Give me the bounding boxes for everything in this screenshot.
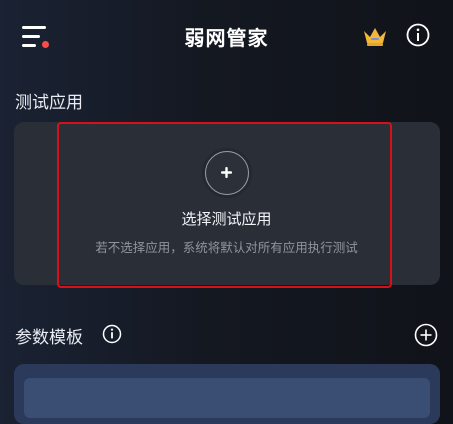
test-app-section-title: 测试应用 — [15, 93, 83, 113]
template-card-inner — [24, 378, 430, 418]
choose-app-hint: 若不选择应用，系统将默认对所有应用执行测试 — [95, 240, 358, 255]
template-section-title: 参数模板 — [15, 328, 83, 348]
template-card[interactable] — [14, 364, 440, 424]
crown-icon[interactable] — [362, 24, 388, 48]
highlight-box — [57, 122, 392, 288]
info-icon[interactable] — [406, 23, 430, 47]
info-icon[interactable] — [102, 324, 122, 344]
add-app-button[interactable] — [205, 151, 249, 195]
choose-app-label[interactable]: 选择测试应用 — [0, 208, 453, 229]
plus-icon — [221, 167, 232, 178]
add-template-icon[interactable] — [414, 323, 438, 347]
top-bar: 弱网管家 — [0, 0, 453, 72]
